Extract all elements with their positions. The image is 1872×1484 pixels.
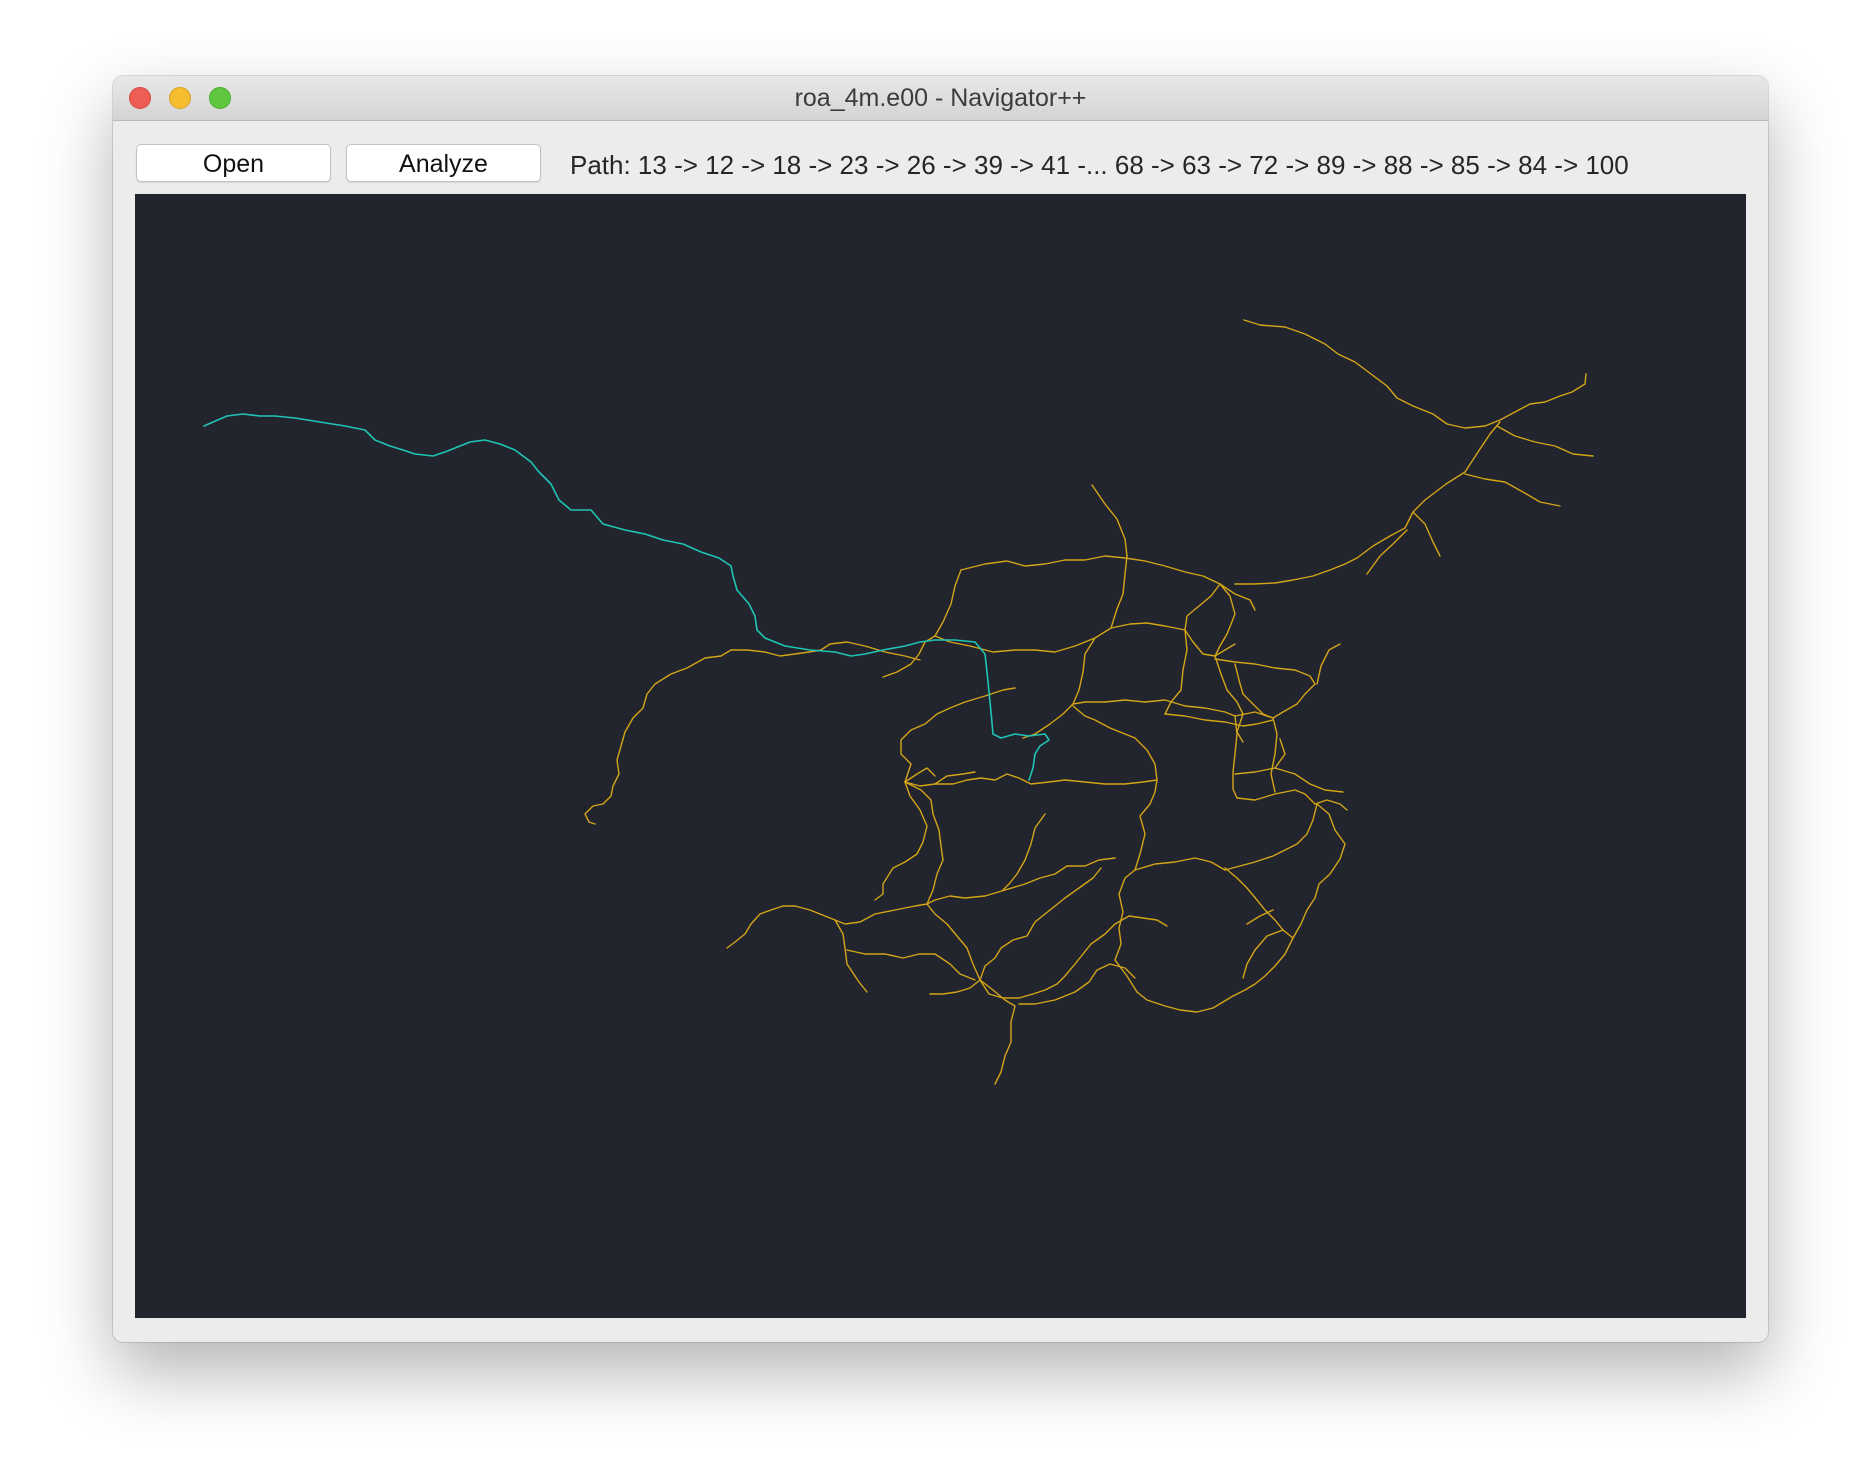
road-segment — [1072, 699, 1236, 717]
road-segment — [1214, 658, 1316, 685]
road-segment — [1018, 963, 1136, 1005]
road-segment — [834, 919, 868, 993]
open-button[interactable]: Open — [136, 144, 331, 182]
road-segment — [1136, 937, 1294, 1013]
road-network — [584, 319, 1594, 1085]
road-segment — [1072, 705, 1158, 781]
road-segment — [926, 903, 981, 981]
road-segment — [1242, 929, 1284, 979]
road-segment — [1214, 655, 1244, 743]
road-segment — [874, 781, 928, 901]
road-segment — [846, 949, 976, 981]
road-segment — [1224, 803, 1318, 871]
road-segment — [1134, 857, 1226, 871]
road-segment — [1412, 511, 1441, 557]
road-segment — [1022, 637, 1096, 739]
road-segment — [1164, 713, 1244, 727]
road-segment — [926, 857, 1116, 905]
road-segment — [1242, 719, 1274, 727]
road-segment — [1224, 867, 1294, 939]
road-network-map — [203, 319, 1594, 1085]
road-segment — [934, 771, 976, 785]
road-segment — [1314, 799, 1348, 811]
road-segment — [1114, 869, 1138, 993]
road-segment — [1316, 643, 1341, 685]
road-segment — [1272, 683, 1316, 719]
title-bar[interactable]: roa_4m.e00 - Navigator++ — [113, 76, 1768, 121]
road-segment — [934, 569, 962, 637]
road-segment — [1292, 803, 1346, 939]
path-result-label: Path: 13 -> 12 -> 18 -> 23 -> 26 -> 39 -… — [570, 150, 1629, 180]
road-segment — [1219, 583, 1256, 611]
road-segment — [1110, 555, 1128, 629]
road-segment — [904, 781, 944, 905]
map-canvas[interactable] — [135, 194, 1746, 1318]
road-segment — [979, 979, 1016, 1085]
road-segment — [1246, 909, 1274, 925]
window-title: roa_4m.e00 - Navigator++ — [794, 84, 1087, 112]
road-segment — [1134, 779, 1158, 871]
app-window: roa_4m.e00 - Navigator++ Open Analyze Pa… — [113, 76, 1768, 1342]
road-segment — [1091, 484, 1128, 557]
road-segment — [1243, 319, 1587, 429]
road-segment — [1234, 767, 1344, 793]
road-segment — [960, 555, 1221, 585]
road-segment — [1236, 789, 1316, 805]
road-segment — [929, 979, 981, 995]
road-segment — [1128, 915, 1168, 927]
road-segment — [900, 687, 1016, 783]
road-segment — [1184, 583, 1221, 631]
road-segment — [934, 622, 1186, 653]
road-segment — [979, 915, 1130, 999]
road-segment — [979, 867, 1102, 981]
road-segment — [1366, 529, 1408, 575]
road-segment — [1464, 473, 1561, 507]
road-segment — [584, 641, 921, 825]
road-segment — [1232, 715, 1238, 799]
road-segment — [726, 903, 928, 949]
road-segment — [1496, 425, 1594, 457]
analyze-button[interactable]: Analyze — [346, 144, 541, 182]
road-segment — [1234, 421, 1501, 585]
